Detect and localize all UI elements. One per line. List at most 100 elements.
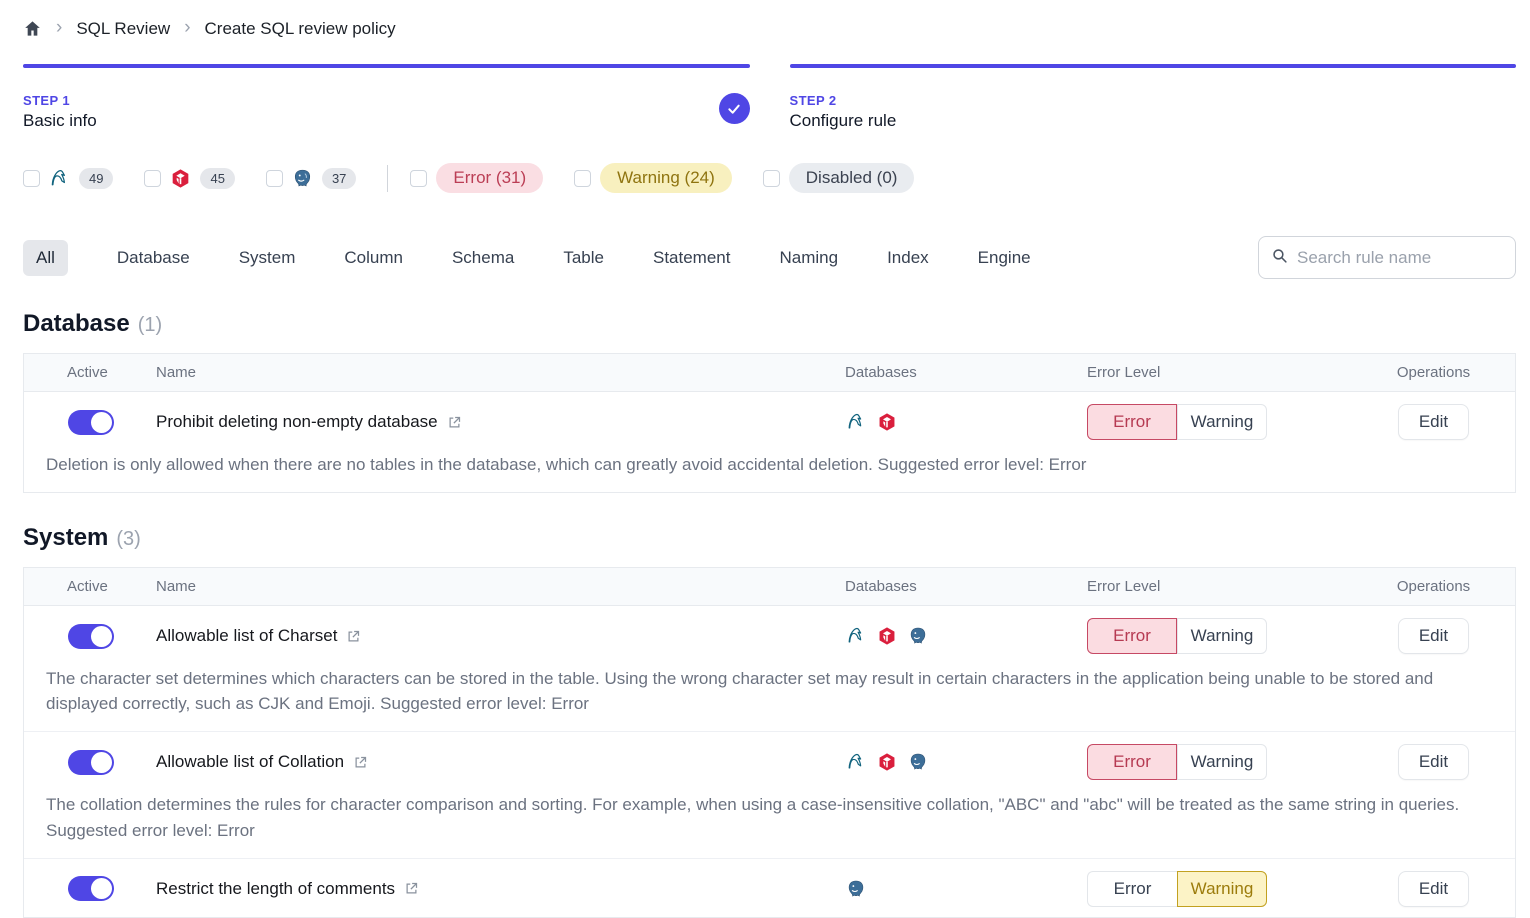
edit-button[interactable]: Edit: [1398, 618, 1469, 654]
header-active: Active: [24, 568, 156, 605]
postgresql-icon: [908, 626, 928, 646]
tidb-rule-count: 45: [200, 168, 234, 189]
external-link-icon[interactable]: [404, 881, 419, 896]
category-tabs: All Database System Column Schema Table …: [23, 240, 1031, 276]
tab-naming[interactable]: Naming: [779, 240, 838, 276]
rule-search-box: [1258, 236, 1516, 279]
step-1-basic-info[interactable]: STEP 1 Basic info: [23, 64, 750, 131]
category-tab-bar: All Database System Column Schema Table …: [23, 236, 1516, 279]
tab-system[interactable]: System: [239, 240, 296, 276]
external-link-icon[interactable]: [353, 755, 368, 770]
mysql-icon: [49, 168, 70, 189]
search-input[interactable]: [1297, 248, 1503, 268]
table-header-row: Active Name Databases Error Level Operat…: [24, 568, 1515, 606]
system-rule-table: Active Name Databases Error Level Operat…: [23, 567, 1516, 918]
rule-active-toggle[interactable]: [68, 624, 114, 649]
database-rule-table: Active Name Databases Error Level Operat…: [23, 353, 1516, 493]
postgres-rule-count: 37: [322, 168, 356, 189]
error-level-warning-button[interactable]: Warning: [1177, 871, 1267, 907]
rule-allowable-list-of-collation: Allowable list of Collation Error Warnin…: [24, 732, 1515, 858]
filter-level-error: Error (31): [410, 163, 543, 193]
warning-filter-checkbox[interactable]: [574, 170, 591, 187]
tidb-icon: [170, 168, 191, 189]
table-row: Allowable list of Charset Error Warning: [24, 606, 1515, 664]
mysql-icon: [846, 752, 866, 772]
breadcrumb-current-page: Create SQL review policy: [205, 19, 396, 39]
error-level-warning-button[interactable]: Warning: [1177, 744, 1267, 780]
tab-all[interactable]: All: [23, 240, 68, 276]
table-row: Allowable list of Collation Error Warnin…: [24, 732, 1515, 790]
error-level-segmented-control: Error Warning: [1087, 871, 1267, 907]
step-2-progress-bar: [790, 64, 1517, 68]
tab-schema[interactable]: Schema: [452, 240, 514, 276]
step-2-label: STEP 2: [790, 93, 1517, 108]
error-level-error-button[interactable]: Error: [1087, 404, 1177, 440]
header-error-level: Error Level: [1087, 568, 1352, 605]
edit-button[interactable]: Edit: [1398, 404, 1469, 440]
tab-engine[interactable]: Engine: [978, 240, 1031, 276]
tab-database[interactable]: Database: [117, 240, 190, 276]
error-count-pill: Error (31): [436, 163, 543, 193]
error-filter-checkbox[interactable]: [410, 170, 427, 187]
error-level-segmented-control: Error Warning: [1087, 618, 1267, 654]
mysql-filter-checkbox[interactable]: [23, 170, 40, 187]
header-error-level: Error Level: [1087, 354, 1352, 391]
mysql-icon: [846, 412, 866, 432]
warning-count-pill: Warning (24): [600, 163, 732, 193]
step-indicators: STEP 1 Basic info STEP 2 Configure rule: [23, 64, 1516, 131]
error-level-error-button[interactable]: Error: [1087, 871, 1177, 907]
error-level-error-button[interactable]: Error: [1087, 744, 1177, 780]
tab-table[interactable]: Table: [563, 240, 604, 276]
rule-engines: [817, 752, 1087, 772]
header-operations: Operations: [1352, 568, 1515, 605]
rule-active-toggle[interactable]: [68, 750, 114, 775]
rule-description: Deletion is only allowed when there are …: [24, 450, 1515, 492]
error-level-warning-button[interactable]: Warning: [1177, 618, 1267, 654]
header-databases: Databases: [817, 568, 1087, 605]
external-link-icon[interactable]: [447, 415, 462, 430]
step-2-configure-rule[interactable]: STEP 2 Configure rule: [790, 64, 1517, 131]
header-operations: Operations: [1352, 354, 1515, 391]
breadcrumb-sql-review[interactable]: SQL Review: [76, 19, 170, 39]
step-1-completed-check-icon: [719, 93, 750, 124]
tab-statement[interactable]: Statement: [653, 240, 731, 276]
error-level-segmented-control: Error Warning: [1087, 404, 1267, 440]
rule-allowable-list-of-charset: Allowable list of Charset Error Warning: [24, 606, 1515, 732]
tab-column[interactable]: Column: [344, 240, 403, 276]
postgresql-icon: [292, 168, 313, 189]
tidb-filter-checkbox[interactable]: [144, 170, 161, 187]
mysql-rule-count: 49: [79, 168, 113, 189]
disabled-count-pill: Disabled (0): [789, 163, 915, 193]
home-icon[interactable]: [23, 19, 42, 38]
postgres-filter-checkbox[interactable]: [266, 170, 283, 187]
external-link-icon[interactable]: [346, 629, 361, 644]
tidb-icon: [877, 412, 897, 432]
table-row: Prohibit deleting non-empty database Err…: [24, 392, 1515, 450]
rule-description: The character set determines which chara…: [24, 664, 1515, 731]
filter-level-disabled: Disabled (0): [763, 163, 915, 193]
disabled-filter-checkbox[interactable]: [763, 170, 780, 187]
rule-engines: [817, 412, 1087, 432]
filter-engine-tidb: 45: [144, 168, 234, 189]
tab-index[interactable]: Index: [887, 240, 929, 276]
section-title: System: [23, 524, 108, 552]
section-database-heading: Database (1): [23, 310, 1516, 338]
edit-button[interactable]: Edit: [1398, 744, 1469, 780]
step-2-title: Configure rule: [790, 111, 1517, 131]
error-level-error-button[interactable]: Error: [1087, 618, 1177, 654]
step-1-progress-bar: [23, 64, 750, 68]
header-name: Name: [156, 568, 817, 605]
breadcrumb-chevron-icon: ›: [56, 18, 62, 40]
filter-divider: [387, 165, 388, 192]
rule-restrict-the-length-of-comments: Restrict the length of comments Error Wa…: [24, 859, 1515, 917]
mysql-icon: [846, 626, 866, 646]
section-title: Database: [23, 310, 130, 338]
rule-active-toggle[interactable]: [68, 876, 114, 901]
rule-active-toggle[interactable]: [68, 410, 114, 435]
error-level-warning-button[interactable]: Warning: [1177, 404, 1267, 440]
tidb-icon: [877, 752, 897, 772]
header-databases: Databases: [817, 354, 1087, 391]
postgresql-icon: [846, 879, 866, 899]
edit-button[interactable]: Edit: [1398, 871, 1469, 907]
rule-name: Prohibit deleting non-empty database: [156, 412, 438, 432]
